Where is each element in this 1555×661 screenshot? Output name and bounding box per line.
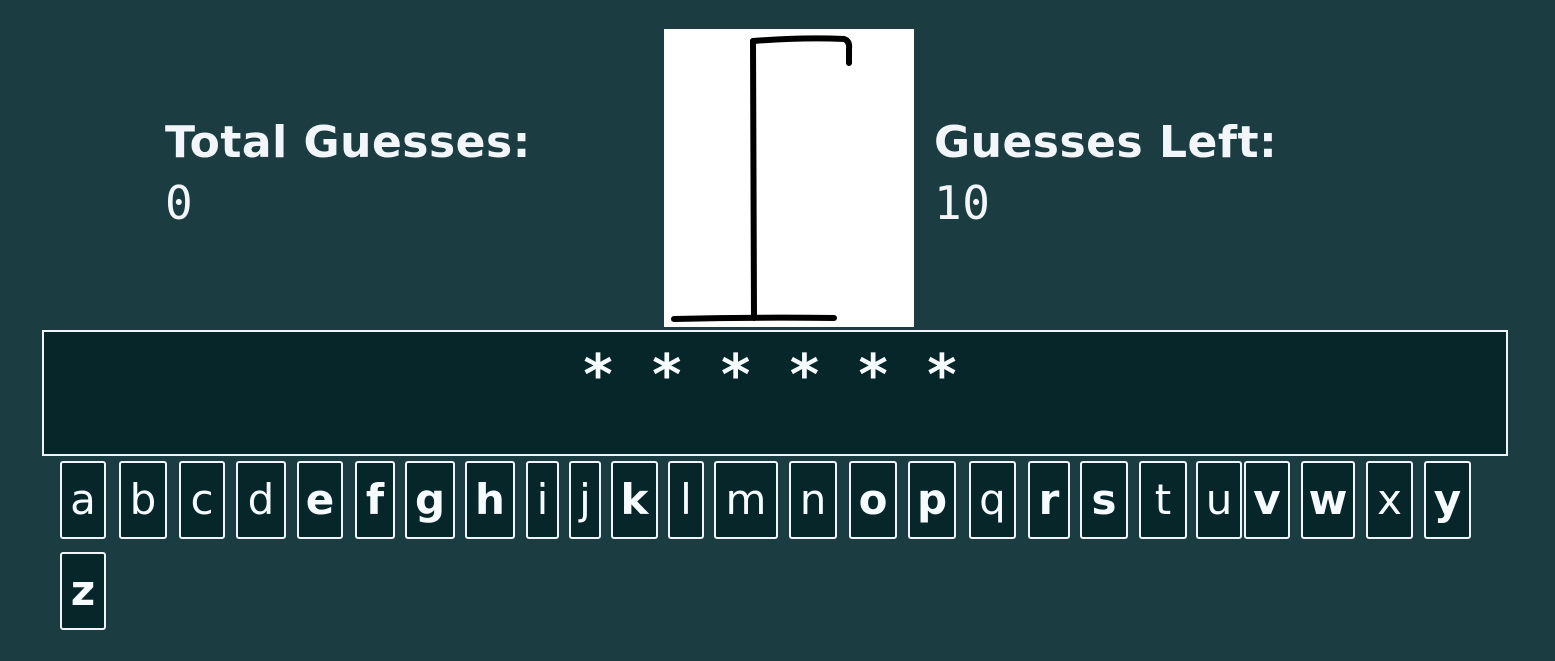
letter-button-z[interactable]: z [60,552,106,630]
letter-button-c[interactable]: c [179,461,225,539]
letter-button-n[interactable]: n [789,461,837,539]
word-panel: * * * * * * [42,330,1508,456]
letter-button-p[interactable]: p [908,461,956,539]
letter-button-v[interactable]: v [1244,461,1290,539]
letter-button-d[interactable]: d [236,461,286,539]
letter-button-r[interactable]: r [1028,461,1070,539]
letter-button-i[interactable]: i [526,461,559,539]
letter-button-y[interactable]: y [1424,461,1471,539]
letter-button-h[interactable]: h [465,461,515,539]
letter-button-a[interactable]: a [60,461,106,539]
letter-button-w[interactable]: w [1301,461,1355,539]
letter-button-k[interactable]: k [611,461,658,539]
letter-button-b[interactable]: b [119,461,167,539]
letter-button-m[interactable]: m [714,461,778,539]
letter-button-x[interactable]: x [1366,461,1413,539]
letter-keyboard: abcdefghijklmnopqrstuvwxy z [60,461,1500,641]
gallows-icon [671,35,853,322]
letter-button-e[interactable]: e [297,461,343,539]
letter-button-o[interactable]: o [849,461,897,539]
guesses-left-value: 10 [934,176,991,230]
letter-button-t[interactable]: t [1139,461,1187,539]
letter-button-q[interactable]: q [969,461,1016,539]
letter-button-f[interactable]: f [355,461,395,539]
letter-button-g[interactable]: g [405,461,455,539]
total-guesses-stat: Total Guesses: 0 [165,112,531,232]
hidden-word: * * * * * * [583,343,967,408]
letter-button-s[interactable]: s [1080,461,1128,539]
guesses-left-label: Guesses Left: [934,117,1278,168]
total-guesses-label: Total Guesses: [165,117,531,168]
letter-button-j[interactable]: j [569,461,601,539]
total-guesses-value: 0 [165,176,194,230]
letter-button-l[interactable]: l [668,461,704,539]
guesses-left-stat: Guesses Left: 10 [934,112,1277,232]
hangman-drawing [664,29,914,327]
letter-button-u[interactable]: u [1196,461,1242,539]
